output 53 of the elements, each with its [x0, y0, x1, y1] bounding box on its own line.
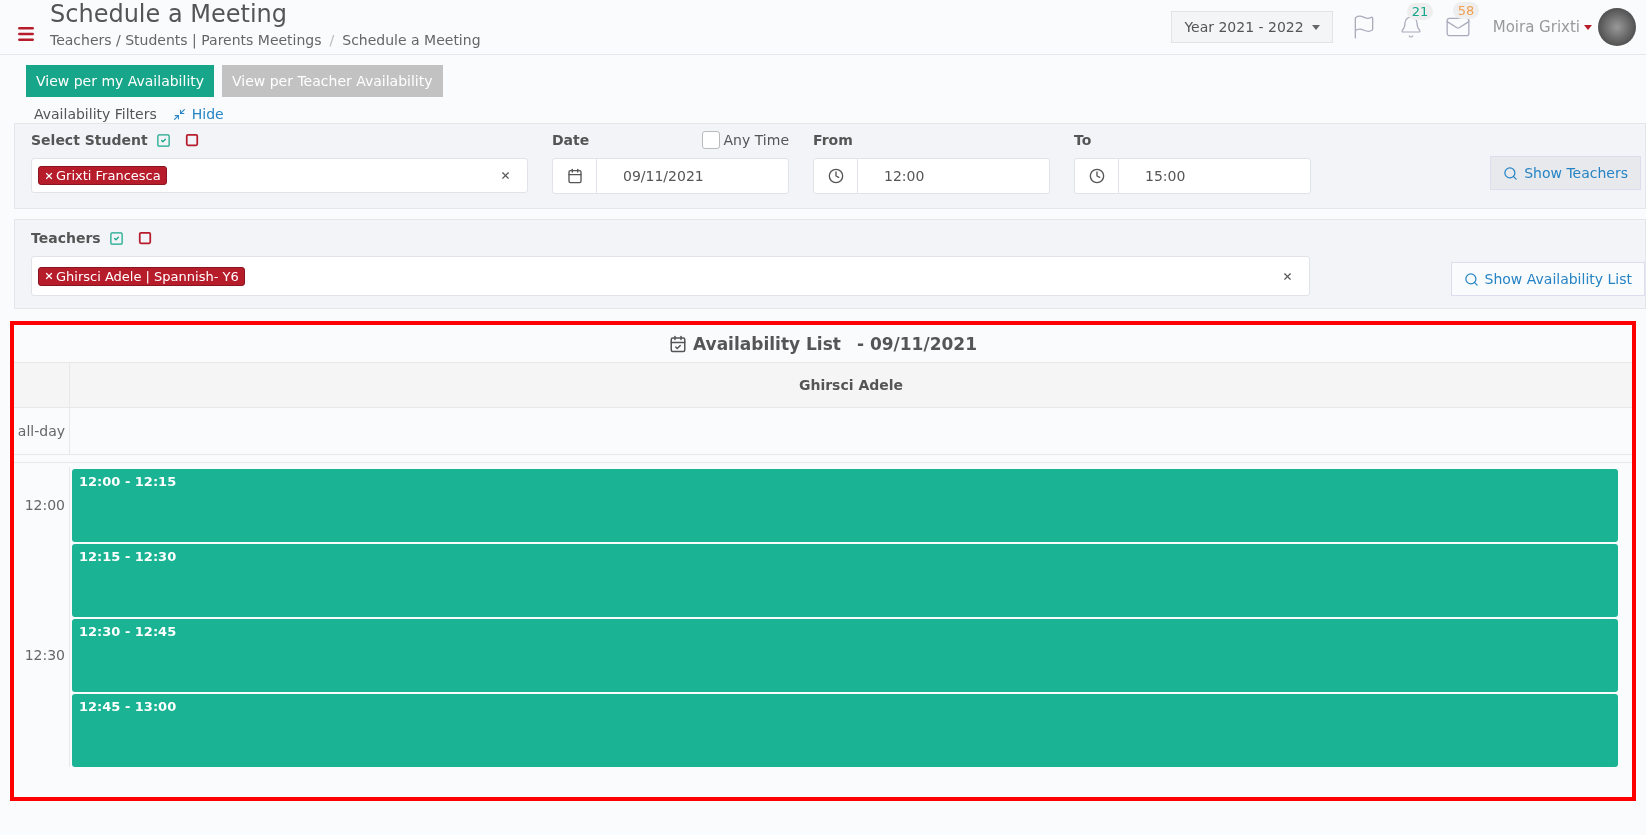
teacher-tag[interactable]: Ghirsci Adele | Spannish- Y6: [38, 266, 245, 286]
from-time-field[interactable]: 12:00: [813, 158, 1050, 194]
caret-icon[interactable]: [1584, 24, 1592, 30]
calendar-date: - 09/11/2021: [856, 333, 977, 354]
clock-icon: [1088, 168, 1105, 184]
deselect-icon[interactable]: [184, 133, 199, 147]
to-time-field[interactable]: 15:00: [1074, 158, 1311, 194]
deselect-icon[interactable]: [137, 231, 152, 245]
student-select[interactable]: Grixti Francesca: [31, 158, 528, 193]
calendar-icon: [566, 168, 583, 184]
show-teachers-button[interactable]: Show Teachers: [1490, 156, 1641, 190]
clear-icon[interactable]: [500, 170, 511, 181]
availability-slot[interactable]: 12:15 - 12:30: [72, 544, 1618, 617]
remove-icon[interactable]: [44, 170, 54, 181]
search-icon: [1463, 271, 1479, 287]
breadcrumb-current: Schedule a Meeting: [342, 32, 481, 48]
checkbox-label: Any Time: [723, 132, 789, 148]
time-label: 12:30: [24, 646, 65, 663]
calendar-title: Availability List: [693, 333, 841, 354]
field-label: Teachers: [31, 230, 101, 246]
menu-icon[interactable]: [16, 24, 36, 44]
breadcrumb-separator: /: [329, 32, 335, 48]
avatar[interactable]: [1598, 8, 1636, 46]
user-name[interactable]: Moira Grixti: [1492, 18, 1580, 36]
page-title: Schedule a Meeting: [50, 0, 288, 28]
time-label: 12:00: [24, 496, 65, 513]
collapse-icon[interactable]: [172, 107, 186, 121]
availability-slot[interactable]: 12:45 - 13:00: [72, 694, 1618, 767]
all-day-label: all-day: [17, 423, 65, 439]
student-tag[interactable]: Grixti Francesca: [38, 166, 167, 185]
show-availability-button[interactable]: Show Availability List: [1450, 262, 1645, 296]
view-button[interactable]: View per my Availability: [26, 65, 215, 97]
hide-link[interactable]: Hide: [191, 106, 224, 122]
calendar-check-icon: [669, 334, 687, 353]
any-time-checkbox[interactable]: [701, 131, 720, 149]
field-label: Select Student: [31, 132, 148, 148]
remove-icon[interactable]: [44, 271, 54, 281]
availability-slot[interactable]: 12:00 - 12:15: [72, 469, 1618, 542]
column-header: Ghirsci Adele: [797, 376, 905, 395]
field-label: Date: [552, 132, 590, 148]
date-field[interactable]: 09/11/2021: [552, 158, 789, 194]
year-dropdown[interactable]: Year 2021 - 2022: [1171, 11, 1333, 43]
field-label: From: [813, 132, 853, 148]
teacher-select[interactable]: Ghirsci Adele | Spannish- Y6: [31, 256, 1310, 296]
field-label: To: [1074, 132, 1092, 148]
breadcrumb-link[interactable]: Teachers / Students | Parents Meetings: [50, 32, 322, 48]
search-icon: [1503, 165, 1519, 181]
clear-icon[interactable]: [1282, 270, 1293, 282]
message-count: 58: [1452, 2, 1480, 19]
clock-icon: [827, 168, 844, 184]
filters-legend: Availability Filters: [34, 106, 157, 122]
notification-count: 21: [1406, 3, 1434, 20]
availability-slot[interactable]: 12:30 - 12:45: [72, 619, 1618, 692]
